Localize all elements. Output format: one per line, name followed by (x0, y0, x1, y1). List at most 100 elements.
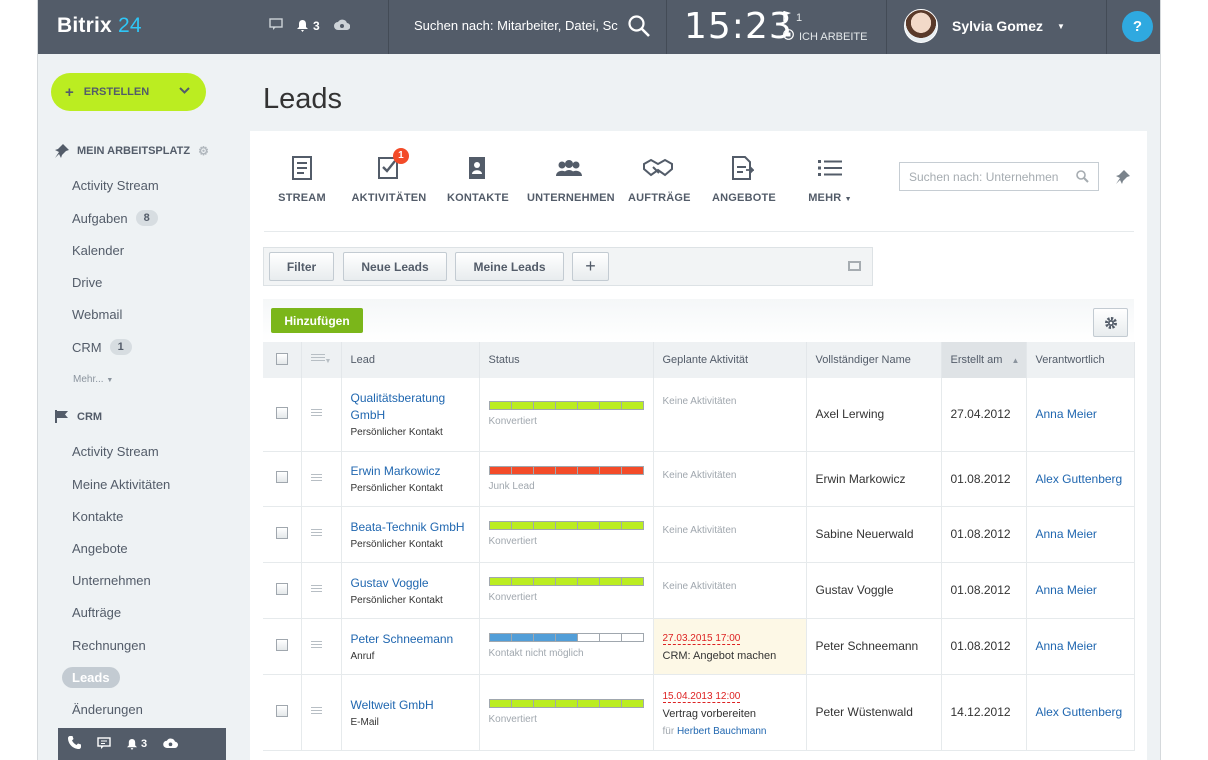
progress-segment[interactable] (577, 700, 599, 707)
progress-segment[interactable] (511, 466, 533, 474)
create-button[interactable]: + ERSTELLEN (51, 73, 206, 111)
progress-segment[interactable] (577, 402, 599, 410)
progress-segment[interactable] (621, 522, 643, 529)
column-header-responsible[interactable]: Verantwortlich (1026, 342, 1135, 378)
progress-segment[interactable] (621, 466, 643, 474)
phone-icon[interactable] (68, 736, 81, 752)
row-menu-icon[interactable] (310, 585, 322, 594)
sidebar-item-drive[interactable]: Drive (72, 275, 102, 290)
tab-activities[interactable]: 1 AKTIVITÄTEN (351, 147, 427, 204)
sidebar-item-my-activities[interactable]: Meine Aktivitäten (72, 477, 170, 492)
column-settings-cell[interactable]: ▼ (301, 342, 342, 378)
sidebar-item-contacts[interactable]: Kontakte (72, 509, 123, 524)
progress-segment[interactable] (533, 522, 555, 529)
search-input[interactable]: Suchen nach: Mitarbeiter, Datei, Sc (414, 18, 619, 33)
progress-segment[interactable] (533, 402, 555, 410)
select-all-checkbox[interactable] (276, 352, 288, 365)
sidebar-item-activity-stream[interactable]: Activity Stream (72, 178, 159, 193)
row-menu-icon[interactable] (310, 641, 322, 650)
my-leads-filter[interactable]: Meine Leads (455, 252, 564, 281)
progress-segment[interactable] (599, 402, 621, 410)
user-name[interactable]: Sylvia Gomez (952, 18, 1043, 34)
progress-segment[interactable] (511, 634, 533, 641)
chat-icon[interactable] (269, 18, 283, 33)
progress-segment[interactable] (489, 700, 511, 707)
row-menu-icon[interactable] (310, 473, 322, 483)
status-progress-bar[interactable] (488, 465, 644, 475)
lead-link[interactable]: Qualitätsberatung GmbH (351, 390, 479, 424)
clock[interactable]: 15:23 (684, 6, 793, 47)
table-row[interactable]: Qualitätsberatung GmbH Persönlicher Konta… (263, 378, 1135, 452)
progress-segment[interactable] (555, 402, 577, 410)
crm-search-input[interactable]: Suchen nach: Unternehmen (899, 162, 1099, 191)
lead-link[interactable]: Gustav Voggle (351, 575, 479, 592)
row-checkbox[interactable] (276, 406, 288, 419)
tab-contacts[interactable]: KONTAKTE (447, 153, 509, 204)
row-menu-icon[interactable] (310, 409, 322, 419)
tab-more[interactable]: MEHR ▼ (807, 153, 853, 204)
row-checkbox[interactable] (276, 471, 288, 483)
cloud-icon[interactable] (163, 738, 179, 751)
progress-segment[interactable] (599, 466, 621, 474)
responsible-link[interactable]: Alex Guttenberg (1036, 472, 1123, 486)
sidebar-item-quotes[interactable]: Angebote (72, 541, 128, 556)
progress-segment[interactable] (533, 578, 555, 585)
progress-segment[interactable] (621, 402, 643, 410)
row-checkbox[interactable] (276, 704, 288, 717)
status-progress-bar[interactable] (488, 699, 644, 708)
table-row[interactable]: Gustav Voggle Persönlicher Kontakt Konvert… (263, 562, 1135, 619)
progress-segment[interactable] (621, 700, 643, 707)
progress-segment[interactable] (489, 634, 511, 641)
add-filter-button[interactable]: + (572, 252, 609, 281)
progress-segment[interactable] (489, 402, 511, 410)
column-header-status[interactable]: Status (479, 342, 654, 378)
notifications-button[interactable]: 3 (127, 738, 147, 750)
progress-segment[interactable] (555, 700, 577, 707)
responsible-link[interactable]: Anna Meier (1036, 407, 1097, 421)
tab-stream[interactable]: STREAM (278, 153, 326, 204)
row-checkbox[interactable] (276, 582, 288, 595)
progress-segment[interactable] (555, 466, 577, 474)
section-my-workspace[interactable]: MEIN ARBEITSPLATZ ⚙ (55, 144, 209, 158)
tab-quotes[interactable]: ANGEBOTE (712, 153, 776, 204)
sidebar-item-companies[interactable]: Unternehmen (72, 573, 151, 588)
sidebar-item-calendar[interactable]: Kalender (72, 243, 124, 258)
column-header-lead[interactable]: Lead (341, 342, 480, 378)
sidebar-item-tasks[interactable]: Aufgaben 8 (72, 210, 158, 226)
notifications-button[interactable]: 3 (297, 19, 320, 33)
status-progress-bar[interactable] (488, 521, 644, 530)
table-row[interactable]: Peter Schneemann Anruf Kontakt nicht mögli… (263, 618, 1135, 675)
progress-segment[interactable] (533, 466, 555, 474)
progress-segment[interactable] (599, 578, 621, 585)
user-menu[interactable]: Sylvia Gomez ▼ (904, 9, 1065, 43)
responsible-link[interactable]: Anna Meier (1036, 583, 1097, 597)
pin-icon[interactable] (1116, 170, 1130, 184)
lead-link[interactable]: Weltweit GmbH (351, 697, 479, 714)
gear-icon[interactable]: ⚙ (198, 144, 209, 158)
sidebar-item-webmail[interactable]: Webmail (72, 307, 122, 322)
activity-date[interactable]: 27.03.2015 17:00 (662, 633, 741, 645)
progress-segment[interactable] (577, 466, 599, 474)
sidebar-item-crm[interactable]: CRM 1 (72, 339, 132, 355)
sidebar-item-leads[interactable]: Leads (62, 667, 120, 688)
activity-date[interactable]: 15.04.2013 12:00 (662, 691, 741, 703)
search-icon[interactable] (1076, 170, 1089, 183)
collapse-icon[interactable] (848, 261, 861, 271)
tab-deals[interactable]: AUFTRÄGE (628, 153, 691, 204)
lead-link[interactable]: Peter Schneemann (351, 631, 479, 648)
sidebar-item-crm-activity-stream[interactable]: Activity Stream (72, 444, 159, 459)
progress-segment[interactable] (577, 522, 599, 529)
progress-segment[interactable] (489, 522, 511, 529)
progress-segment[interactable] (555, 578, 577, 585)
chat-icon[interactable] (97, 736, 111, 752)
column-header-created[interactable]: Erstellt am ▲ (941, 342, 1027, 378)
column-header-activity[interactable]: Geplante Aktivität (653, 342, 807, 378)
sidebar-item-changes[interactable]: Änderungen (72, 702, 143, 717)
filter-button[interactable]: Filter (269, 252, 334, 281)
responsible-link[interactable]: Anna Meier (1036, 527, 1097, 541)
status-progress-bar[interactable] (488, 577, 644, 586)
responsible-link[interactable]: Anna Meier (1036, 639, 1097, 653)
sidebar-item-invoices[interactable]: Rechnungen (72, 638, 146, 653)
column-header-full-name[interactable]: Vollständiger Name (806, 342, 942, 378)
status-progress-bar[interactable] (488, 401, 644, 411)
